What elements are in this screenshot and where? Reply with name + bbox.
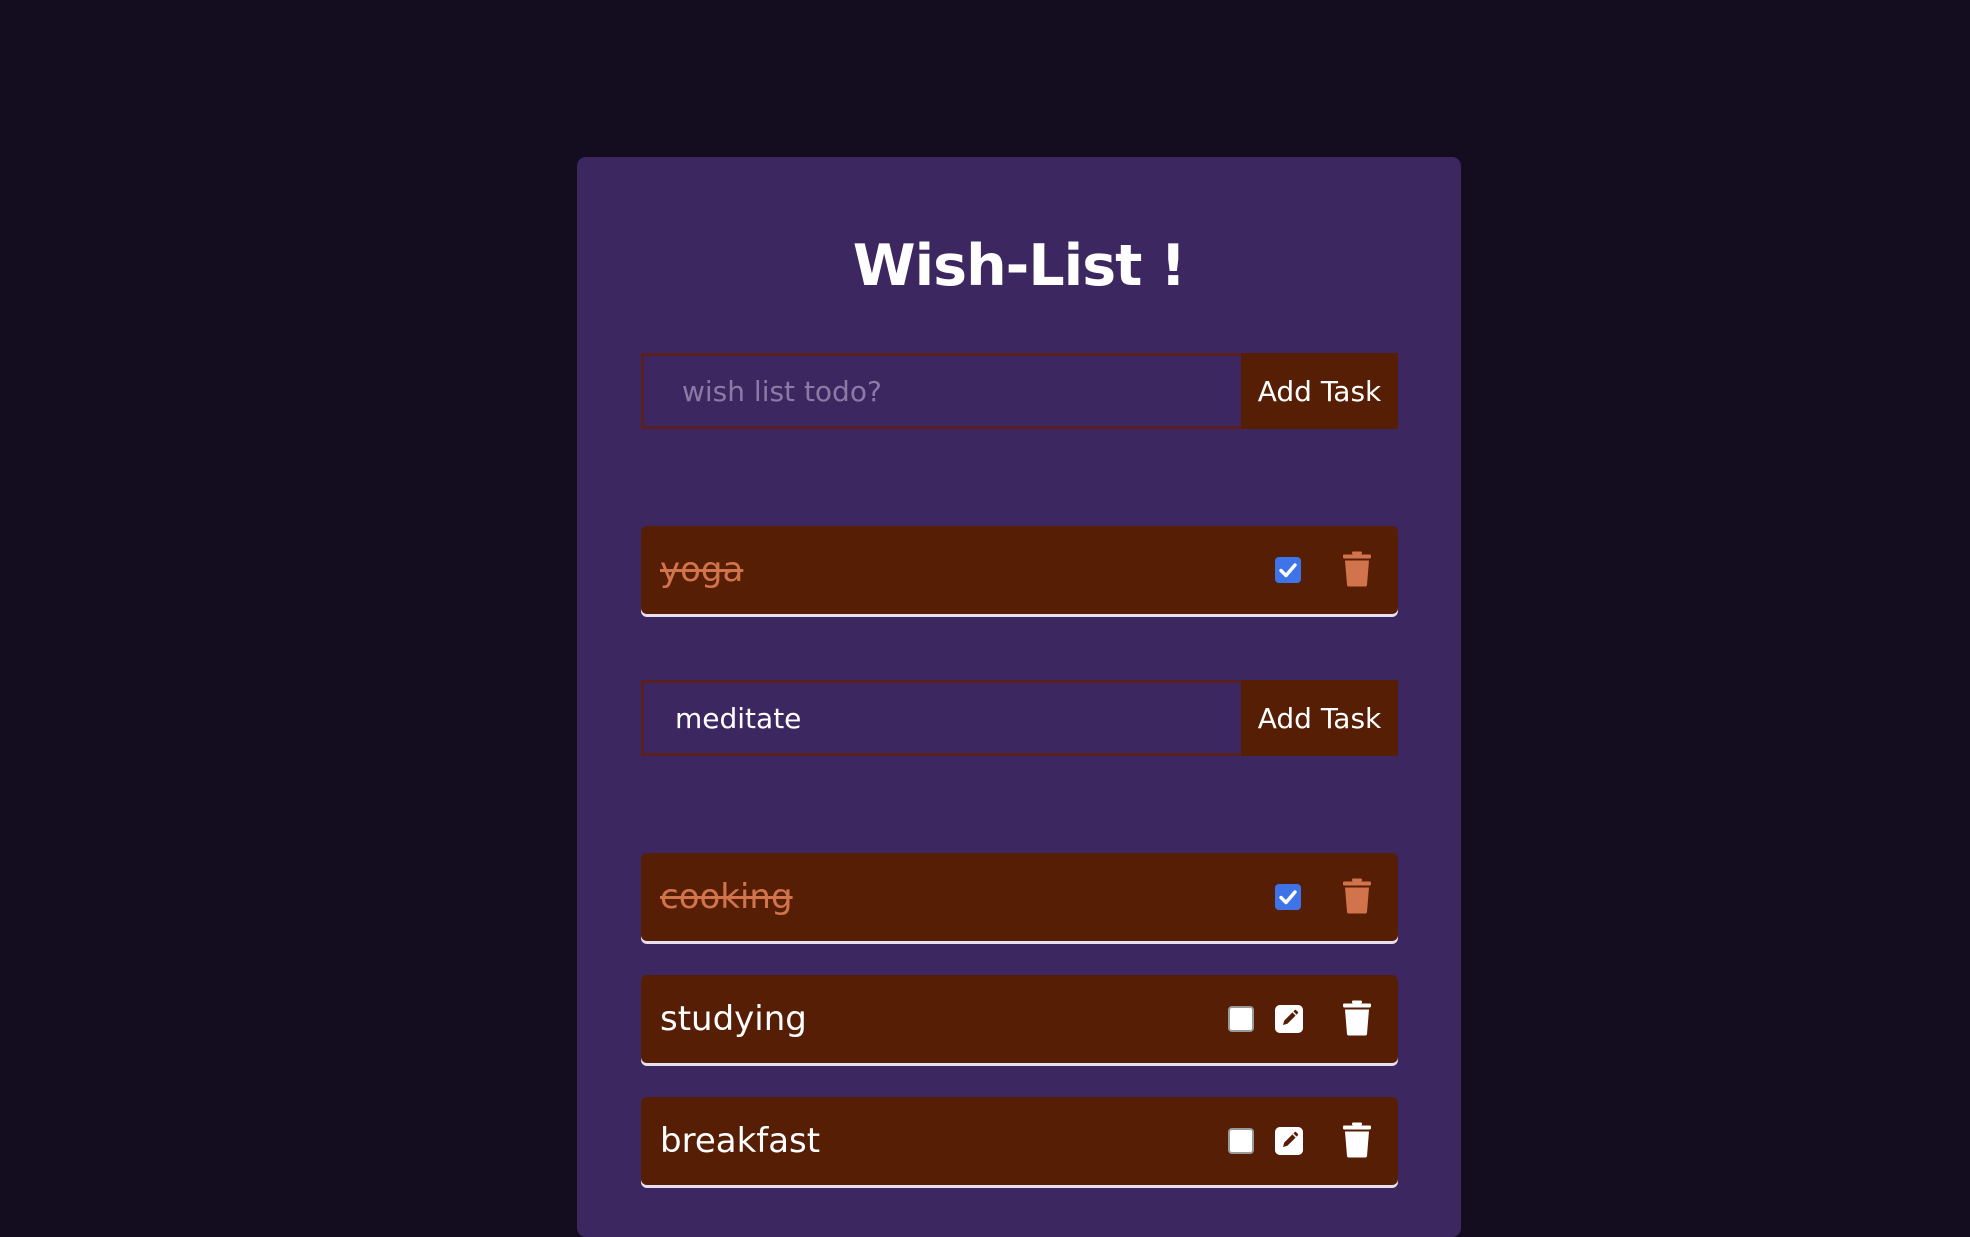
task-complete-checkbox[interactable] [1275, 557, 1301, 583]
new-task-input[interactable] [641, 353, 1241, 429]
update-task-button[interactable]: Add Task [1241, 680, 1398, 756]
trash-icon[interactable] [1342, 878, 1372, 914]
edit-task-form: Add Task [641, 680, 1398, 756]
trash-icon[interactable] [1342, 1122, 1372, 1158]
task-text: yoga [660, 550, 744, 590]
task-text: studying [660, 999, 807, 1039]
trash-icon[interactable] [1342, 551, 1372, 587]
add-task-button[interactable]: Add Task [1241, 353, 1398, 429]
edit-pencil-icon[interactable] [1275, 1127, 1303, 1155]
task-complete-checkbox[interactable] [1228, 1128, 1254, 1154]
new-task-form: Add Task [641, 353, 1398, 429]
check-icon [1279, 563, 1297, 578]
task-complete-checkbox[interactable] [1275, 884, 1301, 910]
todo-card: Wish-List ! Add Task yoga Add Task cooki… [577, 157, 1461, 1237]
task-complete-checkbox[interactable] [1228, 1006, 1254, 1032]
trash-icon[interactable] [1342, 1000, 1372, 1036]
check-icon [1279, 890, 1297, 905]
task-item-yoga: yoga [641, 526, 1398, 614]
task-text: breakfast [660, 1121, 821, 1161]
page-title: Wish-List ! [852, 233, 1186, 299]
task-item-cooking: cooking [641, 853, 1398, 941]
task-item-studying: studying [641, 975, 1398, 1063]
edit-pencil-icon[interactable] [1275, 1005, 1303, 1033]
task-text: cooking [660, 877, 793, 917]
task-item-breakfast: breakfast [641, 1097, 1398, 1185]
edit-task-input[interactable] [641, 680, 1241, 756]
